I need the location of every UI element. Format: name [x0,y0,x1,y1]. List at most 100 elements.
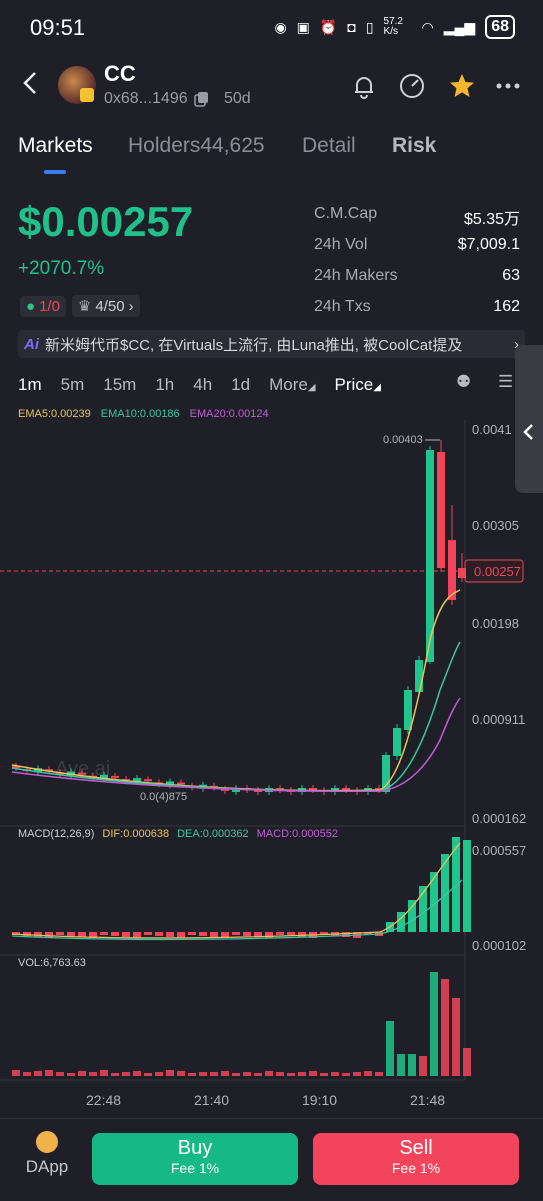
candle-body [342,788,350,790]
volume-bar [397,1054,405,1076]
price-chart[interactable]: Ave.ai 0.0041 0.00305 0.00198 0.000911 0… [0,420,543,1120]
net-speed: 57.2 K/s [383,16,403,37]
dapp-button[interactable]: DApp [22,1131,72,1177]
macd-dif: DIF:0.000638 [102,828,170,840]
tf-1h[interactable]: 1h [155,375,174,395]
dapp-label: DApp [25,1157,69,1176]
token-age: 50d [224,90,251,107]
candle-body [448,540,456,600]
stat-key: 24h Vol [314,236,368,253]
candle-body [111,775,119,778]
volume-bar [463,1048,471,1076]
volume-bar [342,1073,350,1076]
volume-bar [122,1072,130,1076]
stat-value: $5.35万 [463,211,520,228]
volume-bar [12,1070,20,1076]
wifi-icon: ◠ [421,18,434,35]
candle-body [415,660,423,692]
time-tick-label: 22:48 [86,1092,121,1108]
tab-markets[interactable]: Markets [18,134,93,158]
token-symbol: CC [104,61,136,86]
market-stats: C.M.Cap $5.35万 24h Vol $7,009.1 24h Makers… [314,205,520,329]
volume-bar [452,998,460,1076]
address-text: 0x68...1496 [104,90,188,107]
volume-bar [441,979,449,1076]
volume-bar [353,1072,361,1076]
ai-summary-banner[interactable]: Ai 新米姆代币$CC, 在Virtuals上流行, 由Luna推出, 被Coo… [18,330,525,358]
tab-risk[interactable]: Risk [392,134,436,158]
time-tick-label: 21:40 [194,1092,229,1108]
info-chips: ● 1/0 ♛ 4/50 › [20,295,140,317]
token-header: CC 0x68...1496 50d [0,58,543,114]
indicator-toggle-icon[interactable]: ⚉ [456,372,471,392]
stat-key: C.M.Cap [314,205,378,222]
ema-legend: EMA5:0.00239 EMA10:0.00186 EMA20:0.00124 [18,408,269,420]
more-icon[interactable] [494,72,522,100]
chevron-right-icon: › [128,297,134,315]
price-tick-label: 0.0041 [472,422,512,437]
price-mode-select[interactable]: Price◢ [335,375,381,395]
chevron-left-icon [523,424,533,440]
macd-dea: DEA:0.000362 [177,828,249,840]
money-bag-icon: ● [26,297,36,315]
volume-bar [408,1054,416,1076]
crown-chip[interactable]: ♛ 4/50 › [71,295,140,317]
chart-settings-icon[interactable]: ☰ [498,372,513,392]
tf-4h[interactable]: 4h [193,375,212,395]
stat-value: 63 [502,267,520,284]
tf-more-label: More [269,375,308,394]
tab-bar: Markets Holders44,625 Detail Risk [0,130,543,176]
macd-bar [276,932,284,935]
macd-bar [56,932,64,935]
copy-icon[interactable] [193,91,210,107]
macd-bar [155,932,163,936]
macd-legend: MACD(12,26,9) DIF:0.000638 DEA:0.000362 … [18,828,338,840]
candle-body [458,568,466,578]
vibrate-icon: ▯ [365,18,374,35]
stat-row: 24h Vol $7,009.1 [314,236,520,267]
tab-detail[interactable]: Detail [302,134,356,158]
stat-row: 24h Txs 162 [314,298,520,329]
chip-value: 1/0 [39,297,60,315]
volume-bar [331,1072,339,1076]
speedometer-icon[interactable] [398,72,426,100]
back-arrow-icon[interactable] [18,68,44,98]
star-icon[interactable] [448,72,476,100]
price-tick-label: 0.00305 [472,518,519,533]
eye-icon: ◉ [274,18,287,35]
sell-button[interactable]: Sell Fee 1% [313,1133,519,1185]
volume-bar [166,1070,174,1076]
volume-bar [276,1072,284,1076]
volume-bar [265,1071,273,1076]
tf-1m[interactable]: 1m [18,375,42,395]
volume-bar [386,1021,394,1076]
time-tick-label: 19:10 [302,1092,337,1108]
macd-bar [408,900,416,932]
volume-bar [221,1071,229,1076]
tab-holders[interactable]: Holders44,625 [128,134,265,158]
sell-fee: Fee 1% [391,1160,441,1176]
camera-icon: ◘ [347,19,356,35]
bell-icon[interactable] [350,72,378,100]
side-drawer-handle[interactable] [515,345,543,493]
volume-bar [56,1072,64,1076]
battery-indicator: 68 [485,15,515,39]
money-bag-chip[interactable]: ● 1/0 [20,295,66,317]
macd-bar [298,932,306,937]
tf-15m[interactable]: 15m [103,375,136,395]
buy-fee: Fee 1% [170,1160,220,1176]
macd-bar [232,932,240,935]
volume-bar [89,1072,97,1076]
volume-bar [254,1073,262,1076]
macd-bar [144,932,152,935]
token-address[interactable]: 0x68...1496 [104,90,210,108]
tf-1d[interactable]: 1d [231,375,250,395]
volume-bar [375,1072,383,1076]
tf-more[interactable]: More◢ [269,375,315,395]
volume-bar [100,1070,108,1076]
tf-5m[interactable]: 5m [61,375,85,395]
clock: 09:51 [30,15,86,40]
macd-bar [122,932,130,937]
volume-bar [67,1073,75,1076]
buy-button[interactable]: Buy Fee 1% [92,1133,298,1185]
